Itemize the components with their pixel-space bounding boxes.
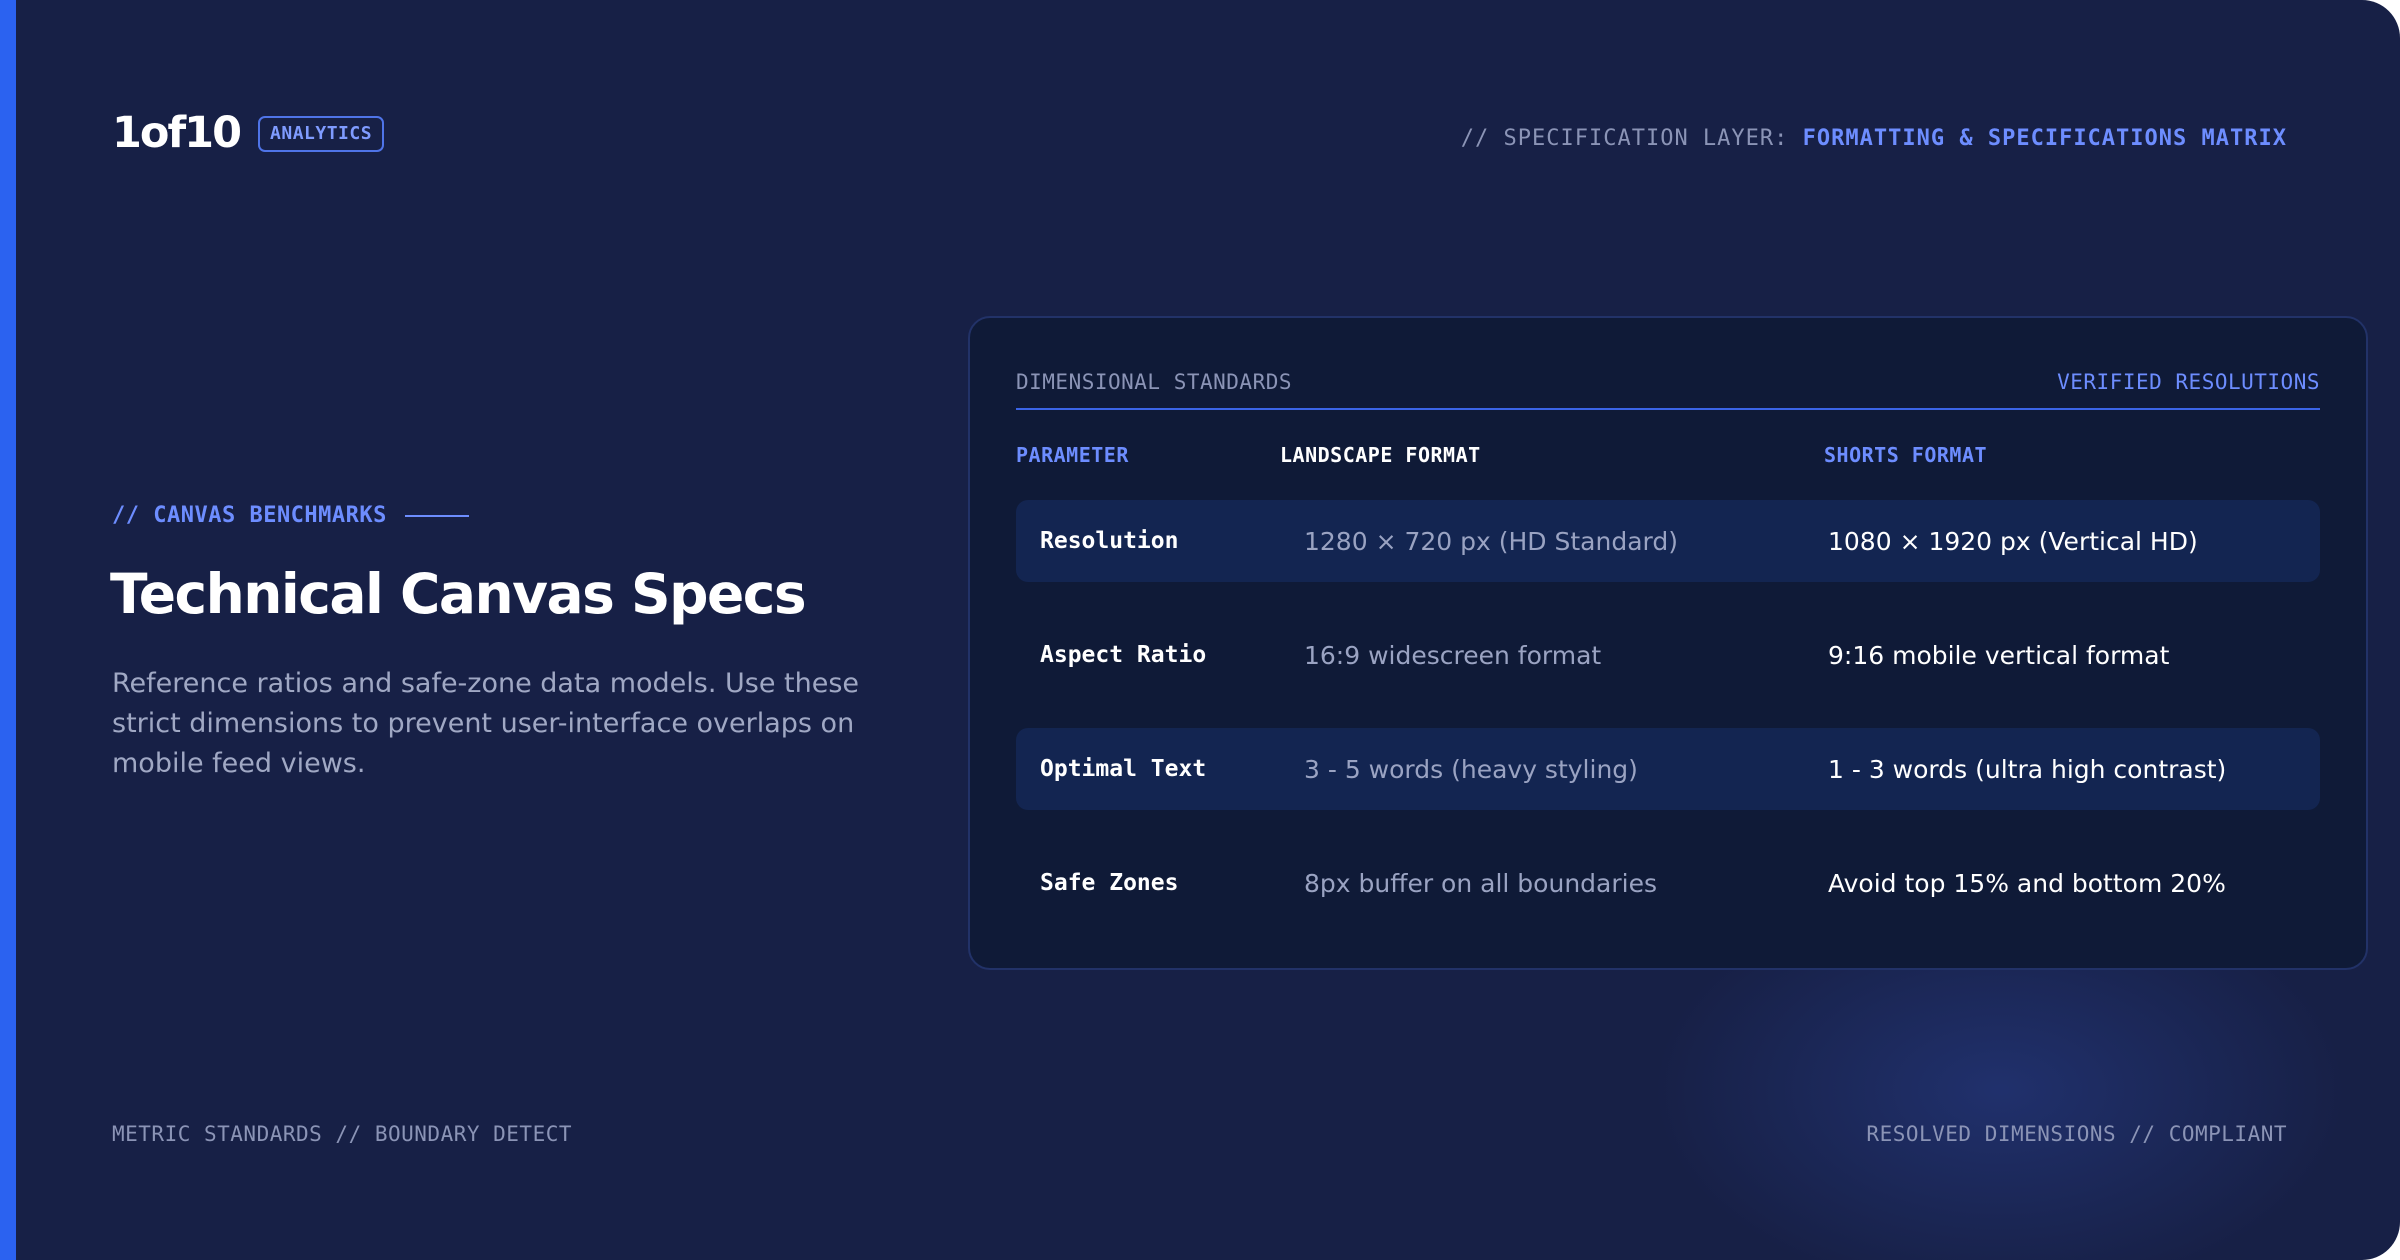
table-row: Resolution 1280 × 720 px (HD Standard) 1… xyxy=(1016,500,2320,582)
column-header-parameter: PARAMETER xyxy=(1016,443,1129,467)
table-row: Aspect Ratio 16:9 widescreen format 9:16… xyxy=(1016,614,2320,696)
brand: 1of10 ANALYTICS xyxy=(112,108,385,158)
row-landscape-value: 1280 × 720 px (HD Standard) xyxy=(1304,526,1678,556)
row-landscape-value: 16:9 widescreen format xyxy=(1304,640,1602,670)
row-landscape-value: 3 - 5 words (heavy styling) xyxy=(1304,754,1638,784)
logo: 1of10 xyxy=(112,108,242,158)
slide: 1of10 ANALYTICS // SPECIFICATION LAYER: … xyxy=(0,0,2400,1260)
spec-layer-prefix: // SPECIFICATION LAYER: xyxy=(1460,126,1789,151)
card-label-right: VERIFIED RESOLUTIONS xyxy=(2057,370,2320,394)
eyebrow-line xyxy=(404,514,469,517)
row-shorts-value: 1 - 3 words (ultra high contrast) xyxy=(1828,754,2227,784)
footer-right: RESOLVED DIMENSIONS // COMPLIANT xyxy=(1866,1122,2287,1146)
card-header: DIMENSIONAL STANDARDS VERIFIED RESOLUTIO… xyxy=(1016,318,2320,410)
row-parameter: Optimal Text xyxy=(1040,756,1207,782)
column-header-shorts: SHORTS FORMAT xyxy=(1824,443,1988,467)
eyebrow: // CANVAS BENCHMARKS xyxy=(112,503,469,528)
table-row: Safe Zones 8px buffer on all boundaries … xyxy=(1016,842,2320,924)
footer-left: METRIC STANDARDS // BOUNDARY DETECT xyxy=(112,1122,573,1146)
row-landscape-value: 8px buffer on all boundaries xyxy=(1304,868,1657,898)
specification-layer: // SPECIFICATION LAYER: FORMATTING & SPE… xyxy=(1461,126,2287,151)
accent-bar xyxy=(0,0,16,1260)
row-shorts-value: 9:16 mobile vertical format xyxy=(1828,640,2170,670)
table-row: Optimal Text 3 - 5 words (heavy styling)… xyxy=(1016,728,2320,810)
row-parameter: Aspect Ratio xyxy=(1040,642,1207,668)
row-shorts-value: Avoid top 15% and bottom 20% xyxy=(1828,868,2226,898)
analytics-badge: ANALYTICS xyxy=(258,115,385,152)
page-description: Reference ratios and safe-zone data mode… xyxy=(112,668,860,779)
spec-rows: Resolution 1280 × 720 px (HD Standard) 1… xyxy=(1016,500,2320,924)
column-headers: PARAMETER LANDSCAPE FORMAT SHORTS FORMAT xyxy=(1016,410,2320,500)
column-header-landscape: LANDSCAPE FORMAT xyxy=(1280,443,1481,467)
row-parameter: Resolution xyxy=(1040,528,1179,554)
page-title: Technical Canvas Specs xyxy=(110,562,807,626)
spec-layer-value: FORMATTING & SPECIFICATIONS MATRIX xyxy=(1802,126,2287,151)
specs-card: DIMENSIONAL STANDARDS VERIFIED RESOLUTIO… xyxy=(968,316,2368,970)
row-parameter: Safe Zones xyxy=(1040,870,1179,896)
row-shorts-value: 1080 × 1920 px (Vertical HD) xyxy=(1828,526,2198,556)
eyebrow-text: // CANVAS BENCHMARKS xyxy=(112,503,387,528)
card-label-left: DIMENSIONAL STANDARDS xyxy=(1016,370,1293,394)
